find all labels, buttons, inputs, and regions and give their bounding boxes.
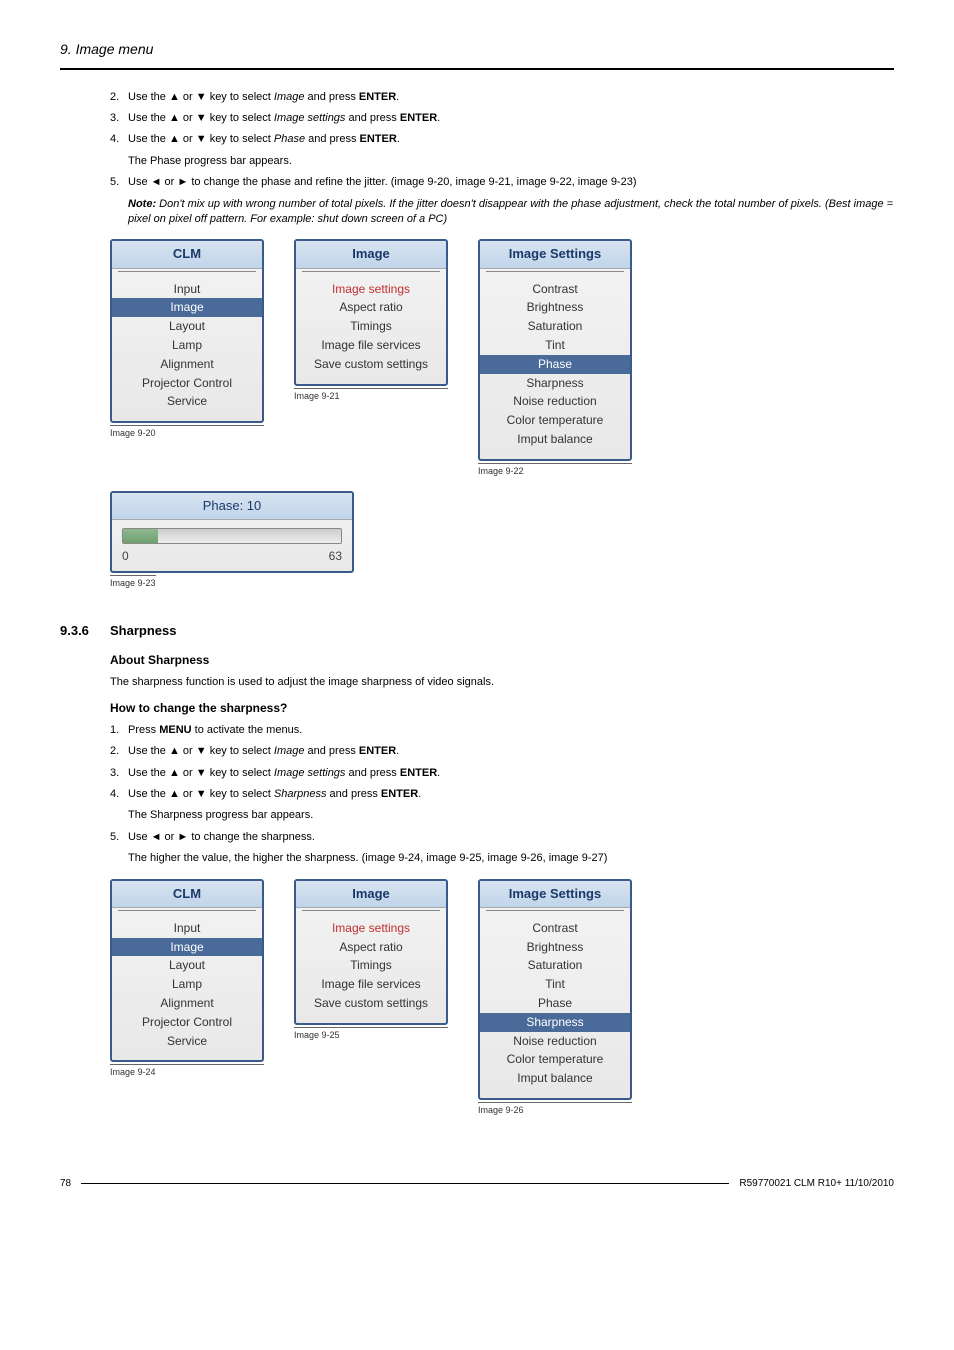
menu-item: Save custom settings (308, 355, 434, 374)
clm-menu-1: CLM InputImageLayoutLampAlignmentProject… (110, 239, 264, 423)
menu-item: Phase (480, 355, 630, 374)
menu-item: Image (112, 298, 262, 317)
menu-item: Noise reduction (492, 392, 618, 411)
menu-item: Projector Control (124, 374, 250, 393)
menu-item: Layout (124, 956, 250, 975)
menu-item: Aspect ratio (308, 938, 434, 957)
caption-9-21: Image 9-21 (294, 388, 448, 403)
menu-item: Aspect ratio (308, 298, 434, 317)
step-5: 5. Use ◄ or ► to change the phase and re… (110, 175, 894, 190)
caption-9-20: Image 9-20 (110, 425, 264, 440)
b-step-4: 4. Use the ▲ or ▼ key to select Sharpnes… (110, 787, 894, 802)
doc-id: R59770021 CLM R10+ 11/10/2010 (739, 1177, 894, 1191)
progress-max: 63 (329, 548, 342, 565)
menu-item: Projector Control (124, 1013, 250, 1032)
menu-item: Contrast (492, 919, 618, 938)
menu-item: Saturation (492, 317, 618, 336)
menu-item: Timings (308, 317, 434, 336)
step-2: 2. Use the ▲ or ▼ key to select Image an… (110, 90, 894, 105)
menu-item: Lamp (124, 975, 250, 994)
main-content: 2. Use the ▲ or ▼ key to select Image an… (110, 90, 894, 1117)
section-header: 9. Image menu (60, 40, 894, 60)
menu-item: Service (124, 1032, 250, 1051)
menu-item: Sharpness (492, 374, 618, 393)
menu-item: Noise reduction (492, 1032, 618, 1051)
menu-item: Tint (492, 336, 618, 355)
menu-item: Image settings (308, 919, 434, 938)
step-4-sub: The Phase progress bar appears. (128, 154, 894, 169)
menu-item: Timings (308, 956, 434, 975)
about-sharpness-text: The sharpness function is used to adjust… (110, 675, 894, 690)
section-9-3-6: 9.3.6Sharpness (60, 622, 894, 640)
caption-9-22: Image 9-22 (478, 463, 632, 478)
b-step-5: 5. Use ◄ or ► to change the sharpness. (110, 830, 894, 845)
step-3: 3. Use the ▲ or ▼ key to select Image se… (110, 111, 894, 126)
progress-bar (122, 528, 342, 544)
b-step-1: 1. Press MENU to activate the menus. (110, 723, 894, 738)
image-menu-1: Image Image settingsAspect ratioTimingsI… (294, 239, 448, 385)
caption-9-26: Image 9-26 (478, 1102, 632, 1117)
header-rule (60, 68, 894, 70)
menu-item: Layout (124, 317, 250, 336)
progress-fill (123, 529, 158, 543)
note-block: Note: Don't mix up with wrong number of … (128, 197, 894, 228)
step-4: 4. Use the ▲ or ▼ key to select Phase an… (110, 132, 894, 147)
menu-item: Sharpness (480, 1013, 630, 1032)
b-step-5-sub: The higher the value, the higher the sha… (128, 851, 894, 866)
menu-item: Phase (492, 994, 618, 1013)
b-step-3: 3. Use the ▲ or ▼ key to select Image se… (110, 766, 894, 781)
page-number: 78 (60, 1177, 71, 1191)
menu-item: Color temperature (492, 411, 618, 430)
progress-min: 0 (122, 548, 129, 565)
menu-item: Saturation (492, 956, 618, 975)
image-menu-2: Image Image settingsAspect ratioTimingsI… (294, 879, 448, 1025)
menu-item: Input (124, 280, 250, 299)
menu-item: Image settings (308, 280, 434, 299)
menu-item: Image file services (308, 336, 434, 355)
about-sharpness-heading: About Sharpness (110, 652, 894, 669)
menu-item: Imput balance (492, 430, 618, 449)
b-step-4-sub: The Sharpness progress bar appears. (128, 808, 894, 823)
menu-item: Alignment (124, 994, 250, 1013)
menu-item: Save custom settings (308, 994, 434, 1013)
menu-item: Tint (492, 975, 618, 994)
menu-item: Lamp (124, 336, 250, 355)
caption-9-24: Image 9-24 (110, 1064, 264, 1079)
screens-row-2: CLM InputImageLayoutLampAlignmentProject… (110, 879, 894, 1117)
menu-item: Alignment (124, 355, 250, 374)
menu-item: Contrast (492, 280, 618, 299)
how-to-heading: How to change the sharpness? (110, 700, 894, 717)
screens-row-1: CLM InputImageLayoutLampAlignmentProject… (110, 239, 894, 477)
b-step-2: 2. Use the ▲ or ▼ key to select Image an… (110, 744, 894, 759)
menu-item: Color temperature (492, 1050, 618, 1069)
phase-progress-box: Phase: 10 0 63 (110, 491, 354, 573)
clm-menu-2: CLM InputImageLayoutLampAlignmentProject… (110, 879, 264, 1063)
menu-item: Service (124, 392, 250, 411)
menu-item: Image (112, 938, 262, 957)
caption-9-23: Image 9-23 (110, 575, 156, 590)
menu-item: Brightness (492, 298, 618, 317)
footer-rule (81, 1183, 729, 1185)
menu-item: Imput balance (492, 1069, 618, 1088)
footer: 78 R59770021 CLM R10+ 11/10/2010 (60, 1177, 894, 1191)
image-settings-menu-2: Image Settings ContrastBrightnessSaturat… (478, 879, 632, 1100)
menu-item: Image file services (308, 975, 434, 994)
caption-9-25: Image 9-25 (294, 1027, 448, 1042)
image-settings-menu-1: Image Settings ContrastBrightnessSaturat… (478, 239, 632, 460)
menu-item: Input (124, 919, 250, 938)
menu-item: Brightness (492, 938, 618, 957)
